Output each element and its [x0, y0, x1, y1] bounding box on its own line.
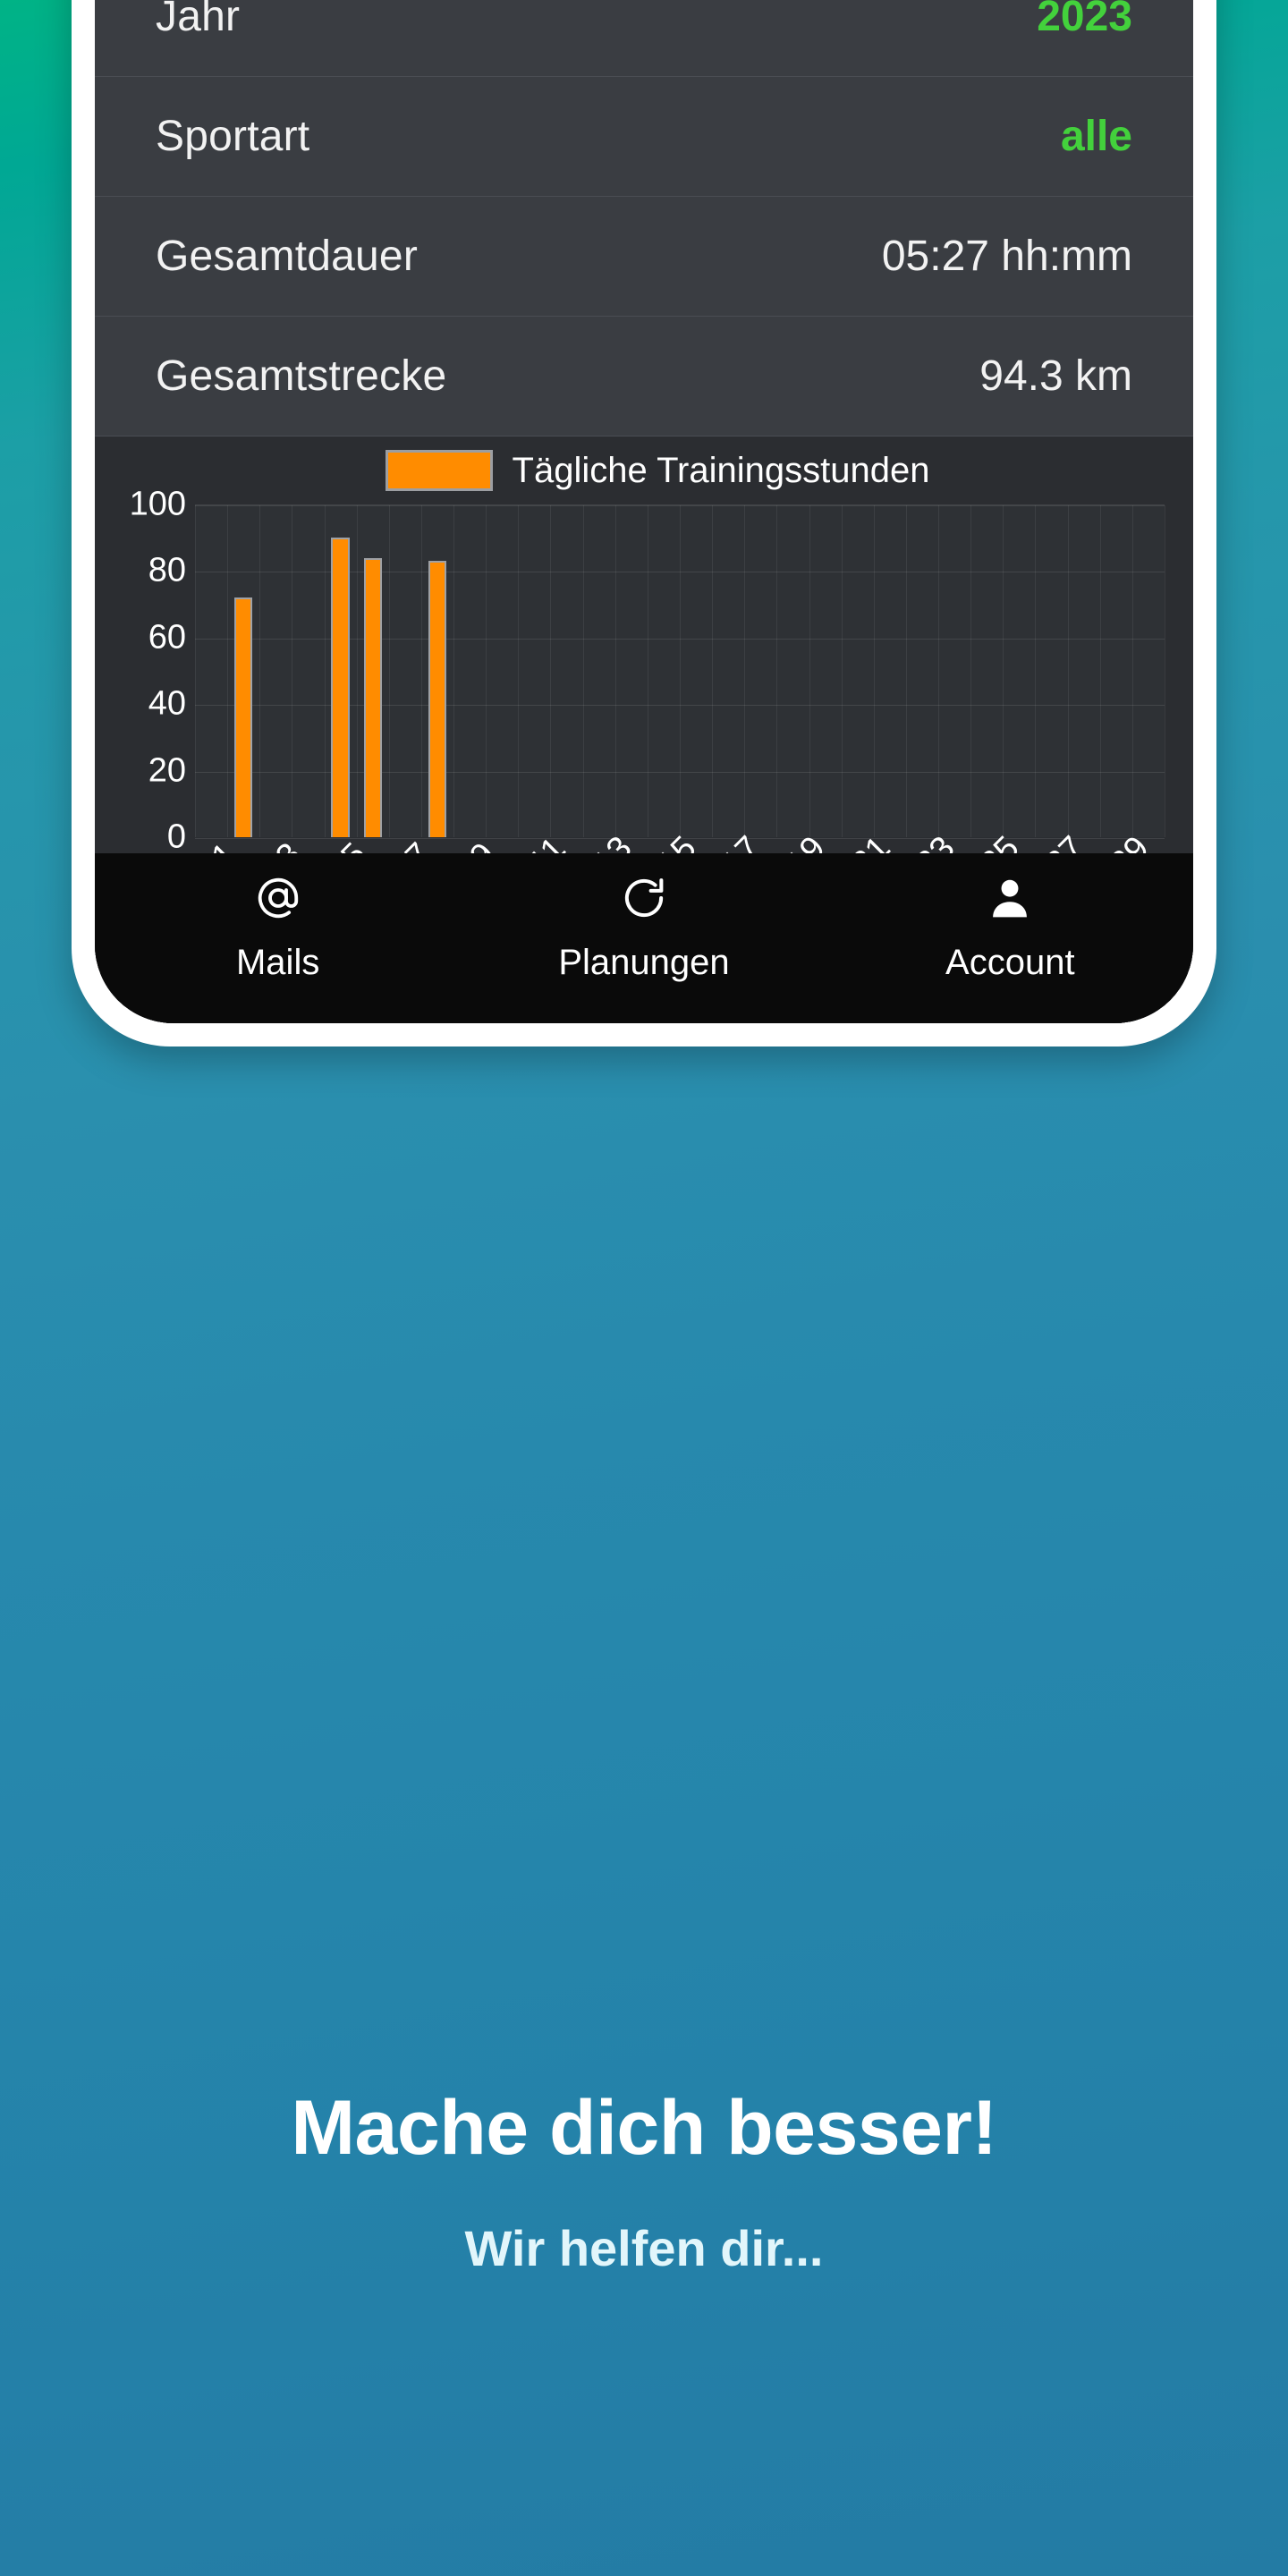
- promo-title: Mache dich besser!: [291, 2085, 997, 2171]
- bar-chart-bar: [331, 538, 350, 837]
- table-row[interactable]: Jahr 2023: [95, 0, 1193, 77]
- bar-chart-legend: Tägliche Trainingsstunden: [95, 436, 1193, 504]
- legend-swatch-training-hours: [385, 450, 493, 491]
- phone-frame: Monat November Jahr 2023 Sportart alle G…: [72, 0, 1216, 1046]
- app-container: Monat November Jahr 2023 Sportart alle G…: [95, 0, 1193, 1023]
- bar-chart-gridline-v: [938, 505, 940, 837]
- bar-chart-gridline-v: [453, 505, 455, 837]
- row-label: Gesamtstrecke: [156, 352, 447, 400]
- at-sign-icon: [254, 873, 302, 923]
- bottom-navigation: Mails Planungen Account: [95, 853, 1193, 1023]
- phone-screen: Monat November Jahr 2023 Sportart alle G…: [95, 0, 1193, 1023]
- row-value: 94.3 km: [979, 352, 1132, 400]
- bar-chart-gridline-v: [420, 505, 422, 837]
- row-value: alle: [1060, 113, 1132, 160]
- nav-label-mails: Mails: [235, 943, 320, 982]
- bar-chart-gridline-v: [712, 505, 714, 837]
- bar-chart-y-axis: 0 20 40 60 80 100: [95, 486, 195, 856]
- bar-chart-gridline-v: [873, 505, 875, 837]
- row-value: 05:27 hh:mm: [881, 233, 1132, 280]
- bar-chart-gridline-v: [744, 505, 746, 837]
- row-label: Jahr: [156, 0, 241, 40]
- bar-chart-gridline-v: [195, 505, 196, 837]
- row-label: Sportart: [156, 113, 310, 160]
- bar-chart: 020406080100 1357911131517192123252729: [95, 486, 1193, 889]
- bar-chart-gridline-v: [614, 505, 616, 837]
- bar-chart-gridline-v: [776, 505, 778, 837]
- table-row: Gesamtstrecke 94.3 km: [95, 317, 1193, 436]
- bar-chart-plot: [195, 504, 1165, 839]
- bar-chart-y-tick: 20: [148, 751, 186, 790]
- summary-list: Monat November Jahr 2023 Sportart alle G…: [95, 0, 1193, 436]
- bar-chart-gridline-v: [841, 505, 843, 837]
- promo-block: Mache dich besser! Wir helfen dir...: [0, 2084, 1288, 2277]
- nav-label-planungen: Planungen: [558, 943, 730, 982]
- bar-chart-bar: [363, 557, 382, 837]
- bar-chart-y-tick: 40: [148, 684, 186, 723]
- nav-item-mails[interactable]: Mails: [95, 873, 461, 983]
- bar-chart-gridline-v: [1131, 505, 1133, 837]
- bar-chart-gridline-v: [259, 505, 261, 837]
- bar-chart-gridline-v: [970, 505, 972, 837]
- bar-chart-bar: [234, 597, 253, 837]
- bar-chart-gridline-v: [356, 505, 358, 837]
- bar-chart-gridline-v: [550, 505, 552, 837]
- refresh-icon: [620, 873, 668, 923]
- legend-label-training-hours: Tägliche Trainingsstunden: [512, 450, 930, 490]
- row-label: Gesamtdauer: [156, 233, 419, 280]
- table-row[interactable]: Sportart alle: [95, 77, 1193, 197]
- bar-chart-y-tick: 0: [166, 818, 186, 856]
- bar-chart-gridline-v: [518, 505, 520, 837]
- bar-chart-gridline-v: [582, 505, 584, 837]
- bar-chart-bar: [428, 561, 447, 837]
- bar-chart-gridline-v: [1003, 505, 1004, 837]
- bar-chart-gridline-v: [905, 505, 907, 837]
- bar-chart-y-tick: 100: [129, 485, 186, 523]
- bar-chart-y-tick: 60: [148, 618, 186, 657]
- person-icon: [986, 873, 1034, 923]
- nav-label-account: Account: [945, 943, 1075, 982]
- bar-chart-gridline-v: [324, 505, 326, 837]
- bar-chart-gridline-v: [1099, 505, 1101, 837]
- bar-chart-gridline-v: [680, 505, 681, 837]
- bar-chart-gridline-v: [1035, 505, 1037, 837]
- table-row: Gesamtdauer 05:27 hh:mm: [95, 197, 1193, 317]
- bar-chart-gridline-v: [227, 505, 229, 837]
- bar-chart-gridline-v: [809, 505, 810, 837]
- promo-subtitle: Wir helfen dir...: [464, 2220, 824, 2276]
- bar-chart-gridline-v: [1067, 505, 1069, 837]
- bar-chart-gridline-v: [486, 505, 487, 837]
- row-value: 2023: [1037, 0, 1132, 40]
- bar-chart-gridline-v: [388, 505, 390, 837]
- bar-chart-y-tick: 80: [148, 551, 186, 589]
- nav-item-account[interactable]: Account: [827, 873, 1193, 983]
- nav-item-planungen[interactable]: Planungen: [461, 873, 826, 983]
